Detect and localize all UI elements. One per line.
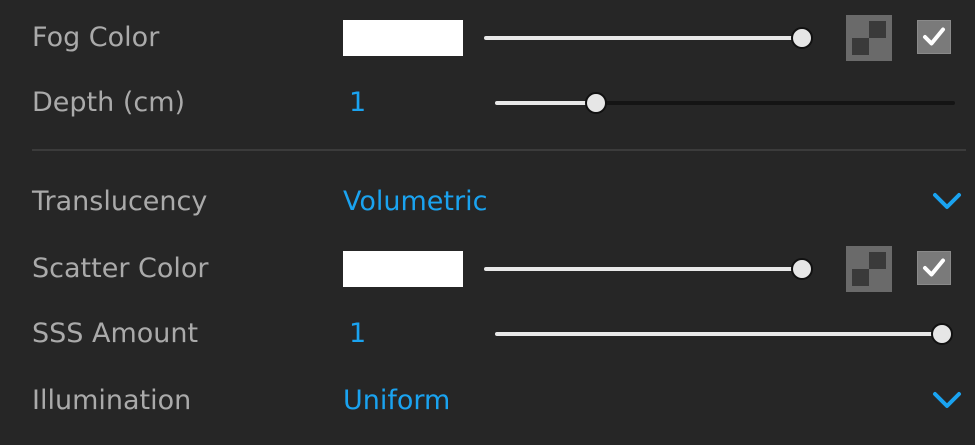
chevron-down-icon[interactable] xyxy=(930,189,964,215)
checkmark-icon xyxy=(923,258,945,277)
checker-square xyxy=(852,38,869,55)
checker-swatch-icon[interactable] xyxy=(846,15,892,61)
depth-row: Depth (cm) 1 xyxy=(0,78,975,128)
depth-slider-fill xyxy=(495,101,597,105)
scatter-color-swatch[interactable] xyxy=(343,251,463,287)
checker-square xyxy=(869,21,886,38)
chevron-down-icon[interactable] xyxy=(930,388,964,414)
fog-color-slider-thumb[interactable] xyxy=(791,27,813,49)
depth-label: Depth (cm) xyxy=(32,87,186,118)
checkmark-icon xyxy=(923,27,945,46)
section-divider xyxy=(32,149,966,151)
scatter-color-enable-checkbox[interactable] xyxy=(917,251,951,285)
scatter-color-label: Scatter Color xyxy=(32,253,209,284)
fog-color-slider[interactable] xyxy=(484,20,813,56)
fog-color-swatch[interactable] xyxy=(343,20,463,56)
checker-square xyxy=(852,269,869,286)
fog-color-slider-fill xyxy=(484,36,802,40)
material-properties-panel: Fog Color Depth (cm) 1 Translucency Volu… xyxy=(0,0,975,445)
sss-amount-slider[interactable] xyxy=(495,316,953,352)
sss-amount-row: SSS Amount 1 xyxy=(0,309,975,359)
sss-amount-label: SSS Amount xyxy=(32,318,199,349)
illumination-dropdown-value[interactable]: Uniform xyxy=(343,376,450,426)
illumination-row[interactable]: Illumination Uniform xyxy=(0,376,975,426)
fog-color-label: Fog Color xyxy=(32,22,160,53)
scatter-color-slider-thumb[interactable] xyxy=(791,258,813,280)
translucency-label: Translucency xyxy=(32,186,208,217)
depth-slider[interactable] xyxy=(495,85,955,121)
depth-value[interactable]: 1 xyxy=(349,78,366,128)
illumination-label: Illumination xyxy=(32,385,192,416)
sss-amount-slider-fill xyxy=(495,332,942,336)
scatter-color-slider[interactable] xyxy=(484,251,813,287)
fog-color-row: Fog Color xyxy=(0,13,975,63)
checker-square xyxy=(869,252,886,269)
depth-slider-thumb[interactable] xyxy=(585,92,608,114)
scatter-color-row: Scatter Color xyxy=(0,244,975,294)
sss-amount-slider-thumb[interactable] xyxy=(931,323,953,345)
scatter-color-slider-fill xyxy=(484,267,802,271)
checker-swatch-icon[interactable] xyxy=(846,246,892,292)
fog-color-enable-checkbox[interactable] xyxy=(917,20,951,54)
sss-amount-value[interactable]: 1 xyxy=(349,309,366,359)
translucency-row[interactable]: Translucency Volumetric xyxy=(0,177,975,227)
translucency-dropdown-value[interactable]: Volumetric xyxy=(343,177,487,227)
